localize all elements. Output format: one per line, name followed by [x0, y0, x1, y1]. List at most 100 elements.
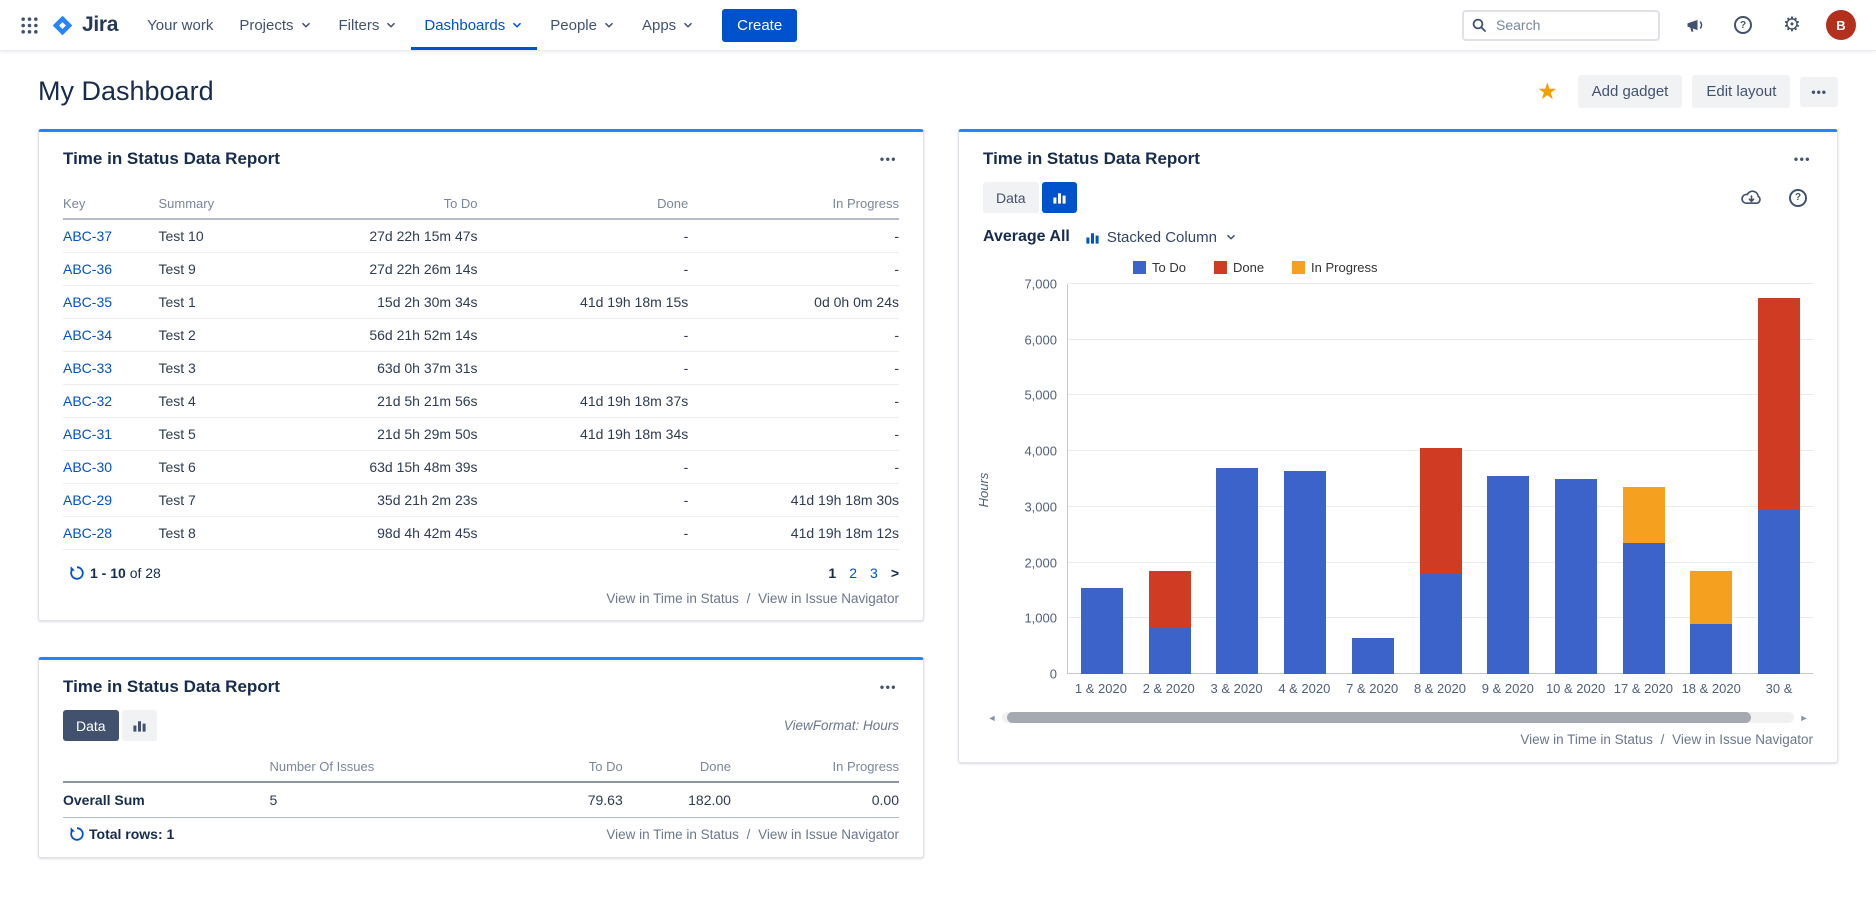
settings-button[interactable]: ⚙ [1777, 10, 1807, 40]
help-button[interactable]: ? [1728, 10, 1758, 40]
refresh-icon [69, 826, 85, 842]
favorite-star-button[interactable]: ★ [1537, 80, 1558, 103]
page-1-link[interactable]: 1 [828, 565, 836, 581]
view-in-issue-navigator-link[interactable]: View in Issue Navigator [1672, 732, 1813, 747]
bar-segment-to-do[interactable] [1149, 627, 1191, 674]
avatar[interactable]: B [1826, 10, 1856, 40]
bar-segment-to-do[interactable] [1487, 476, 1529, 674]
nav-item-apps[interactable]: Apps [629, 0, 708, 50]
search-input[interactable] [1462, 10, 1660, 41]
bar-stack[interactable] [1149, 284, 1191, 674]
view-in-time-in-status-link[interactable]: View in Time in Status [606, 591, 739, 606]
bar-stack[interactable] [1487, 284, 1529, 674]
announcements-button[interactable] [1679, 10, 1709, 40]
create-button[interactable]: Create [722, 9, 797, 42]
edit-layout-button[interactable]: Edit layout [1692, 75, 1790, 108]
scroll-left-button[interactable]: ◄ [983, 713, 1001, 723]
legend-item[interactable]: To Do [1133, 260, 1186, 275]
export-button[interactable] [1735, 183, 1765, 213]
column-header: In Progress [731, 753, 899, 782]
x-axis-label: 10 & 2020 [1542, 681, 1610, 696]
bar-segment-in-progress[interactable] [1623, 487, 1665, 543]
bar-segment-to-do[interactable] [1555, 479, 1597, 674]
chevron-down-icon [602, 18, 616, 32]
chart-view-button[interactable] [122, 710, 157, 741]
nav-item-projects[interactable]: Projects [226, 0, 325, 50]
issue-key-link[interactable]: ABC-33 [63, 360, 112, 376]
bar-stack[interactable] [1352, 284, 1394, 674]
view-in-time-in-status-link[interactable]: View in Time in Status [1520, 732, 1653, 747]
issue-key-link[interactable]: ABC-30 [63, 459, 112, 475]
add-gadget-button[interactable]: Add gadget [1578, 75, 1683, 108]
bar-segment-done[interactable] [1420, 448, 1462, 573]
next-page-link[interactable]: > [891, 565, 899, 581]
scroll-right-button[interactable]: ► [1795, 713, 1813, 723]
bar-segment-to-do[interactable] [1352, 638, 1394, 674]
scrollbar-thumb[interactable] [1007, 712, 1751, 723]
bar-segment-in-progress[interactable] [1690, 571, 1732, 624]
gadget-more-button[interactable]: ••• [878, 148, 899, 170]
table-row: ABC-31Test 521d 5h 29m 50s41d 19h 18m 34… [63, 418, 899, 451]
x-axis-label: 3 & 2020 [1203, 681, 1271, 696]
legend-item[interactable]: Done [1214, 260, 1264, 275]
bar-stack[interactable] [1690, 284, 1732, 674]
nav-item-people[interactable]: People [537, 0, 629, 50]
refresh-button[interactable] [63, 564, 81, 582]
issue-key-link[interactable]: ABC-29 [63, 492, 112, 508]
view-in-time-in-status-link[interactable]: View in Time in Status [606, 827, 739, 842]
refresh-button[interactable] [63, 825, 81, 843]
cell: - [478, 484, 689, 517]
issue-key-link[interactable]: ABC-32 [63, 393, 112, 409]
bar-stack[interactable] [1216, 284, 1258, 674]
bar-segment-to-do[interactable] [1623, 543, 1665, 674]
issue-key-link[interactable]: ABC-37 [63, 228, 112, 244]
jira-logo[interactable]: Jira [50, 13, 118, 38]
legend-item[interactable]: In Progress [1292, 260, 1377, 275]
issue-key-link[interactable]: ABC-35 [63, 294, 112, 310]
issue-key-link[interactable]: ABC-28 [63, 525, 112, 541]
issue-key-link[interactable]: ABC-34 [63, 327, 112, 343]
bar-segment-to-do[interactable] [1690, 624, 1732, 674]
gadget-header: Time in Status Data Report ••• [39, 660, 923, 706]
nav-item-dashboards[interactable]: Dashboards [411, 0, 537, 50]
bar-segment-to-do[interactable] [1420, 574, 1462, 674]
view-in-issue-navigator-link[interactable]: View in Issue Navigator [758, 591, 899, 606]
gadget-more-button[interactable]: ••• [1792, 148, 1813, 170]
issue-key-link[interactable]: ABC-31 [63, 426, 112, 442]
y-tick-label: 6,000 [1024, 332, 1057, 347]
bar-segment-done[interactable] [1149, 571, 1191, 627]
cell: Test 4 [158, 385, 266, 418]
bar-segment-to-do[interactable] [1758, 510, 1800, 674]
issue-key-link[interactable]: ABC-36 [63, 261, 112, 277]
view-in-issue-navigator-link[interactable]: View in Issue Navigator [758, 827, 899, 842]
bar-stack[interactable] [1555, 284, 1597, 674]
bar-stack[interactable] [1420, 284, 1462, 674]
bar-segment-to-do[interactable] [1081, 588, 1123, 674]
nav-item-label: People [550, 17, 597, 34]
app-switcher-button[interactable] [12, 8, 46, 42]
bar-stack[interactable] [1284, 284, 1326, 674]
scrollbar-track[interactable] [1002, 712, 1794, 723]
data-view-button[interactable]: Data [983, 182, 1039, 213]
bar-stack[interactable] [1623, 284, 1665, 674]
bar-chart-icon [132, 718, 147, 733]
bar-segment-to-do[interactable] [1284, 471, 1326, 674]
data-view-button[interactable]: Data [63, 710, 119, 741]
chart-type-select[interactable]: Stacked Column [1085, 229, 1238, 246]
page-3-link[interactable]: 3 [870, 565, 878, 581]
dashboard-more-button[interactable]: ••• [1800, 77, 1838, 107]
bar-stack[interactable] [1758, 284, 1800, 674]
bar-stack[interactable] [1081, 284, 1123, 674]
nav-right-cluster: ? ⚙ B [1462, 10, 1856, 41]
page-2-link[interactable]: 2 [849, 565, 857, 581]
chart-help-button[interactable]: ? [1783, 183, 1813, 213]
bar-segment-done[interactable] [1758, 298, 1800, 510]
global-search [1462, 10, 1660, 41]
gadget-more-button[interactable]: ••• [878, 676, 899, 698]
bar-segment-to-do[interactable] [1216, 468, 1258, 674]
chart-view-button[interactable] [1042, 182, 1077, 213]
cell: 63d 15h 48m 39s [267, 451, 478, 484]
nav-item-your-work[interactable]: Your work [134, 0, 226, 50]
nav-item-filters[interactable]: Filters [326, 0, 412, 50]
legend-label: To Do [1152, 260, 1186, 275]
